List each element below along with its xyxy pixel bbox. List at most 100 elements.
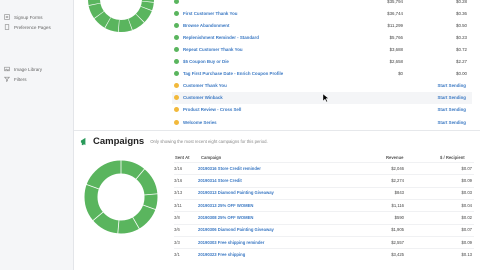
status-dot — [174, 0, 179, 4]
flow-name[interactable]: Tag First Purchase Date - Enrich Coupon … — [183, 71, 353, 76]
flow-name[interactable]: Replenishment Reminder - Standard — [183, 35, 353, 40]
flow-per-recipient: $0.50 — [456, 22, 467, 28]
campaign-row[interactable]: 3/6 20190306 Diamond Painting Giveaway $1,… — [174, 223, 474, 236]
campaigns-subtitle: Only showing the most recent eight campa… — [150, 139, 268, 144]
flow-row[interactable]: Customer Thank You Start Sending — [172, 80, 472, 92]
flow-per-recipient: $0.36 — [456, 10, 467, 16]
campaign-row[interactable]: 3/11 20190313 25% OFF WOMEN $1,116 $0.04 — [174, 198, 474, 211]
campaign-revenue: $2,046 — [391, 165, 404, 171]
flow-revenue: $3,688 — [389, 46, 403, 52]
flow-row[interactable]: $35,794 $0.28 — [172, 0, 472, 7]
section-divider — [74, 130, 480, 131]
sidebar-item-filters[interactable]: Filters — [0, 74, 73, 84]
campaign-name-link[interactable]: 20190308 25% OFF WOMEN — [198, 215, 348, 220]
flow-per-recipient: $0.00 — [456, 71, 467, 77]
flow-row[interactable]: First Customer Thank You $36,744 $0.36 — [172, 7, 472, 19]
flow-row[interactable]: Browse Abandonment $11,299 $0.50 — [172, 19, 472, 31]
status-dot — [174, 119, 179, 125]
campaign-per-recipient: $0.09 — [461, 178, 472, 184]
flow-revenue: $0 — [398, 71, 403, 77]
campaign-name-link[interactable]: 20190303 Free shipping reminder — [198, 240, 348, 245]
campaign-per-recipient: $0.03 — [461, 190, 472, 196]
campaign-name-link[interactable]: 20190314 Store Credit — [198, 178, 348, 183]
campaign-revenue: $590 — [394, 214, 404, 220]
flow-name[interactable]: Welcome Series — [183, 120, 353, 125]
flow-row[interactable]: Welcome Series Start Sending — [172, 116, 472, 128]
status-dot — [174, 95, 179, 101]
campaign-row[interactable]: 3/1 20190323 Free shipping $3,425 $0.13 — [174, 248, 474, 260]
start-sending-link[interactable]: Start Sending — [437, 95, 466, 100]
status-dot — [174, 10, 179, 16]
col-header-campaign[interactable]: Campaign — [201, 155, 221, 160]
campaign-sent-at: 3/8 — [174, 214, 180, 220]
campaign-revenue: $1,905 — [391, 227, 404, 233]
campaign-row[interactable]: 3/13 20190313 Diamond Painting Giveaway $8… — [174, 186, 474, 199]
flow-revenue: $11,299 — [387, 22, 403, 28]
sidebar-item-preference-pages[interactable]: Preference Pages — [0, 22, 73, 32]
flow-name[interactable]: Repeat Customer Thank You — [183, 47, 353, 52]
flow-per-recipient: $0.72 — [456, 46, 467, 52]
campaigns-revenue-donut — [84, 160, 158, 234]
campaign-per-recipient: $0.09 — [461, 239, 472, 245]
flow-name[interactable]: $5 Coupon Buy or Die — [183, 59, 353, 64]
sidebar-item-label: Preference Pages — [14, 24, 51, 30]
flow-name[interactable]: Product Review - Cross Sell — [183, 107, 353, 112]
status-dot — [174, 34, 179, 40]
flow-name[interactable]: Browse Abandonment — [183, 23, 353, 28]
campaign-revenue: $3,425 — [391, 251, 404, 257]
page-icon — [4, 24, 10, 30]
start-sending-link[interactable]: Start Sending — [437, 107, 466, 112]
campaign-row[interactable]: 3/16 20190316 Store Credit reminder $2,046… — [174, 162, 474, 174]
campaign-name-link[interactable]: 20190313 Diamond Painting Giveaway — [198, 190, 348, 195]
campaign-sent-at: 3/11 — [174, 202, 182, 208]
image-icon — [4, 66, 10, 72]
campaign-sent-at: 3/3 — [174, 239, 180, 245]
flow-per-recipient: $0.28 — [456, 0, 467, 4]
campaign-sent-at: 3/16 — [174, 178, 183, 184]
col-header-revenue[interactable]: Revenue — [386, 155, 403, 160]
campaign-sent-at: 3/1 — [174, 251, 180, 257]
flow-row[interactable]: Repeat Customer Thank You $3,688 $0.72 — [172, 43, 472, 55]
campaign-per-recipient: $0.07 — [461, 227, 472, 233]
flow-revenue: $5,766 — [389, 34, 403, 40]
form-icon — [4, 14, 10, 20]
flow-row[interactable]: $5 Coupon Buy or Die $2,658 $2.27 — [172, 56, 472, 68]
flow-name[interactable]: Customer Thank You — [183, 83, 353, 88]
campaign-name-link[interactable]: 20190306 Diamond Painting Giveaway — [198, 227, 348, 232]
campaign-sent-at: 3/13 — [174, 190, 183, 196]
flow-name[interactable]: First Customer Thank You — [183, 11, 353, 16]
col-header-per-recipient[interactable]: $ / Recipient — [440, 155, 465, 160]
flow-row[interactable]: Customer Winback Start Sending — [172, 91, 472, 104]
campaign-name-link[interactable]: 20190316 Store Credit reminder — [198, 166, 348, 171]
mouse-cursor-icon — [323, 94, 329, 102]
sidebar-item-signup-forms[interactable]: Signup Forms — [0, 12, 73, 22]
flow-per-recipient: $0.23 — [456, 34, 467, 40]
status-dot — [174, 83, 179, 89]
campaign-revenue: $843 — [394, 190, 404, 196]
flow-revenue: $2,658 — [389, 59, 403, 64]
sidebar-item-label: Image Library — [14, 66, 43, 72]
flows-revenue-donut — [88, 0, 154, 32]
flow-revenue: $36,744 — [387, 10, 403, 16]
flow-row[interactable]: Product Review - Cross Sell Start Sending — [172, 104, 472, 116]
flow-row[interactable]: Replenishment Reminder - Standard $5,766 $… — [172, 31, 472, 43]
start-sending-link[interactable]: Start Sending — [437, 83, 466, 88]
flow-revenue: $35,794 — [387, 0, 403, 4]
sidebar: Signup Forms Preference Pages Image Libr… — [0, 0, 74, 270]
campaign-per-recipient: $0.02 — [461, 214, 472, 220]
campaign-name-link[interactable]: 20190323 Free shipping — [198, 252, 348, 257]
campaign-name-link[interactable]: 20190313 25% OFF WOMEN — [198, 203, 348, 208]
campaign-revenue: $1,116 — [391, 202, 405, 208]
campaign-row[interactable]: 3/16 20190314 Store Credit $2,274 $0.09 — [174, 174, 474, 186]
campaign-sent-at: 3/6 — [174, 227, 180, 233]
flow-row[interactable]: Tag First Purchase Date - Enrich Coupon … — [172, 68, 472, 80]
start-sending-link[interactable]: Start Sending — [437, 120, 466, 125]
status-dot — [174, 59, 179, 64]
status-dot — [174, 22, 179, 28]
sidebar-item-image-library[interactable]: Image Library — [0, 64, 73, 74]
campaign-row[interactable]: 3/8 20190308 25% OFF WOMEN $590 $0.02 — [174, 211, 474, 223]
megaphone-icon — [80, 137, 86, 146]
campaign-per-recipient: $0.07 — [461, 165, 472, 171]
col-header-sent-at[interactable]: Sent At — [175, 155, 190, 160]
campaign-row[interactable]: 3/3 20190303 Free shipping reminder $2,557… — [174, 235, 474, 248]
